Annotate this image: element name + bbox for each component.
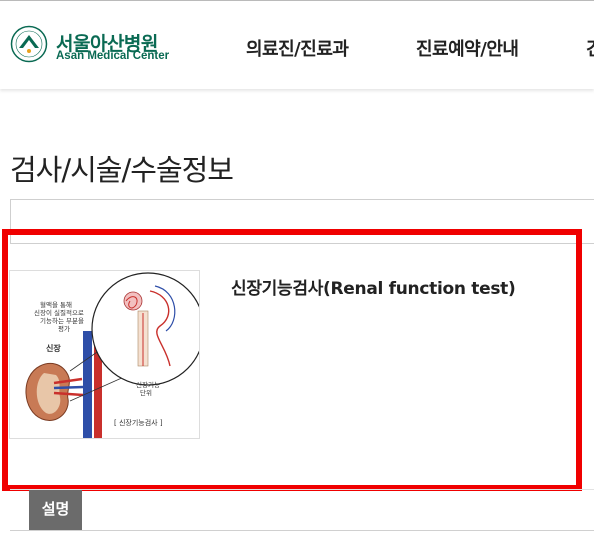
illustration-caption: [ 신장기능검사 ] (114, 418, 163, 427)
illustration-callout-line3: 기능하는 부분을 (40, 316, 84, 325)
kidney-illustration-icon: 혈액을 통해 신장이 실질적으로 기능하는 부분을 평가 신장 신장기능 단위 … (10, 271, 199, 438)
illustration-unit-line1: 신장기능 (136, 380, 160, 389)
page-title: 검사/시술/수술정보 (10, 153, 234, 188)
tab-bottom-line (10, 530, 594, 531)
site-header: 서울아산병원 Asan Medical Center 의료진/진료과 진료예약/… (0, 1, 594, 89)
logo-name-en: Asan Medical Center (56, 50, 170, 62)
illustration-callout-line1: 혈액을 통해 (40, 300, 72, 309)
result-thumbnail[interactable]: 혈액을 통해 신장이 실질적으로 기능하는 부분을 평가 신장 신장기능 단위 … (9, 270, 200, 439)
nav-health-checkup[interactable]: 건 (586, 35, 594, 61)
site-logo[interactable]: 서울아산병원 Asan Medical Center (10, 25, 180, 65)
search-area[interactable] (10, 199, 594, 244)
result-title-link[interactable]: 신장기능검사(Renal function test) (231, 274, 516, 299)
nav-reservation-guide[interactable]: 진료예약/안내 (416, 35, 519, 61)
illustration-kidney-label: 신장 (46, 343, 61, 353)
illustration-callout-line2: 신장이 실질적으로 (34, 308, 84, 317)
hospital-emblem-icon (10, 25, 48, 63)
tab-description[interactable]: 설명 (29, 490, 82, 530)
nav-doctors-departments[interactable]: 의료진/진료과 (246, 35, 349, 61)
illustration-callout-line4: 평가 (58, 324, 70, 333)
illustration-unit-line2: 단위 (140, 388, 152, 397)
section-divider (10, 489, 594, 490)
